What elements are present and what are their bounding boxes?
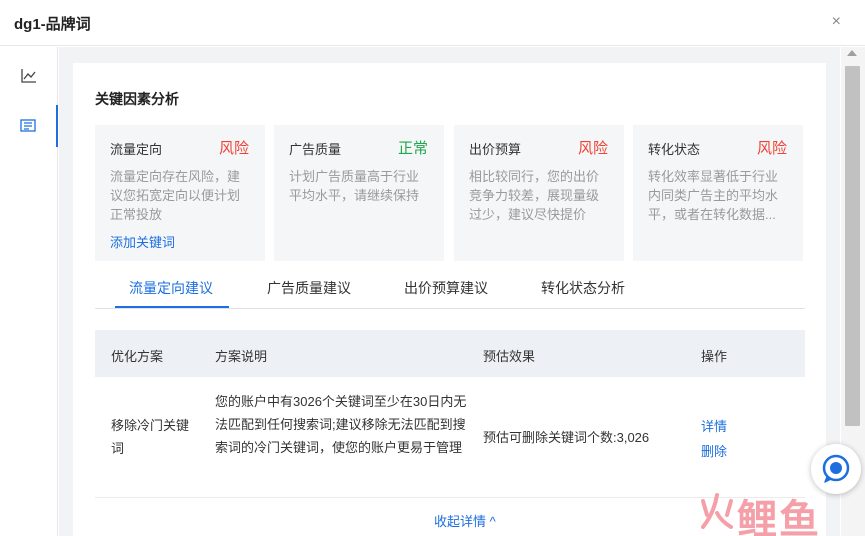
factor-description: 计划广告质量高于行业平均水平，请继续保持 xyxy=(289,169,420,203)
delete-link[interactable]: 删除 xyxy=(701,441,727,460)
suggestion-tabs: 流量定向建议 广告质量建议 出价预算建议 转化状态分析 xyxy=(95,268,805,309)
status-badge: 风险 xyxy=(577,140,608,157)
add-keyword-link[interactable]: 添加关键词 xyxy=(110,232,175,251)
factor-name: 广告质量 xyxy=(289,142,342,157)
column-header-desc: 方案说明 xyxy=(215,349,268,364)
effect-cell: 预估可删除关键词个数:3,026 xyxy=(483,430,650,445)
factor-name: 出价预算 xyxy=(469,142,522,157)
tab-bid-suggestion[interactable]: 出价预算建议 xyxy=(404,278,488,309)
active-tab-indicator xyxy=(115,306,229,308)
line-chart-icon xyxy=(21,69,36,83)
scrollbar-thumb[interactable] xyxy=(845,66,860,426)
chat-bubble-icon xyxy=(822,454,850,483)
column-header-effect: 预估效果 xyxy=(483,349,536,364)
table-header: 优化方案 方案说明 预估效果 操作 xyxy=(95,330,805,377)
factor-name: 转化状态 xyxy=(648,142,701,157)
dialog-title: dg1-品牌词 xyxy=(14,16,91,33)
status-badge: 正常 xyxy=(397,140,428,157)
factor-card-traffic: 流量定向 风险 流量定向存在风险，建议您拓宽定向以便计划正常投放 添加关键词 xyxy=(95,125,265,261)
factor-description: 相比较同行，您的出价竞争力较差，展现量级过少，建议尽快提价 xyxy=(469,169,600,222)
column-header-action: 操作 xyxy=(701,349,728,364)
nav-item-analysis[interactable] xyxy=(0,105,58,147)
dialog-header: dg1-品牌词 × xyxy=(0,0,865,46)
watermark-text: 鲤鱼 xyxy=(737,497,821,536)
status-badge: 风险 xyxy=(218,140,249,157)
factor-card-conversion: 转化状态 风险 转化效率显著低于行业内同类广告主的平均水平，或者在转化数据... xyxy=(633,125,803,261)
factor-name: 流量定向 xyxy=(110,142,163,157)
scroll-up-arrow-icon[interactable] xyxy=(847,50,857,56)
report-icon xyxy=(20,119,36,132)
nav-item-trend[interactable] xyxy=(0,55,58,97)
plan-cell: 移除冷门关键词 xyxy=(111,418,190,456)
factor-card-quality: 广告质量 正常 计划广告质量高于行业平均水平，请继续保持 xyxy=(274,125,444,261)
side-nav xyxy=(0,47,58,536)
tab-quality-suggestion[interactable]: 广告质量建议 xyxy=(267,278,351,309)
section-title: 关键因素分析 xyxy=(95,91,179,107)
details-link[interactable]: 详情 xyxy=(701,416,727,435)
factor-description: 流量定向存在风险，建议您拓宽定向以便计划正常投放 xyxy=(110,169,241,222)
status-badge: 风险 xyxy=(756,140,787,157)
factor-card-bid: 出价预算 风险 相比较同行，您的出价竞争力较差，展现量级过少，建议尽快提价 xyxy=(454,125,624,261)
description-cell: 您的账户中有3026个关键词至少在30日内无法匹配到任何搜索词;建议移除无法匹配… xyxy=(215,394,467,455)
factor-description: 转化效率显著低于行业内同类广告主的平均水平，或者在转化数据... xyxy=(648,169,779,222)
column-header-plan: 优化方案 xyxy=(111,349,164,364)
table-row: 移除冷门关键词 您的账户中有3026个关键词至少在30日内无法匹配到任何搜索词;… xyxy=(95,378,805,498)
watermark-logo: 鲤鱼 xyxy=(697,489,847,536)
fire-logo-icon xyxy=(701,493,733,529)
close-icon[interactable]: × xyxy=(832,14,841,30)
tab-traffic-suggestion[interactable]: 流量定向建议 xyxy=(129,278,213,309)
collapse-details-link[interactable]: 收起详情 ^ xyxy=(434,511,496,530)
tab-conversion-analysis[interactable]: 转化状态分析 xyxy=(541,278,625,309)
